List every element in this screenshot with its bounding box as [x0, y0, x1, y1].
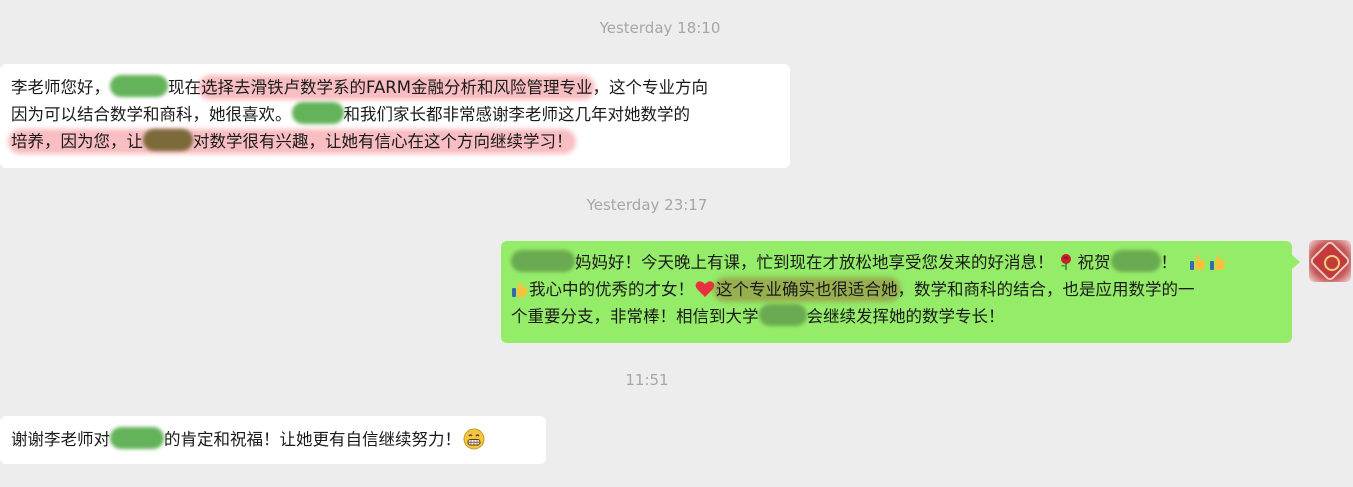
- message-text: 的肯定和祝福！让她更有自信继续努力！: [164, 430, 461, 449]
- message-text: 我心中的优秀的才女！: [529, 280, 694, 299]
- rose-icon: [1060, 254, 1071, 270]
- timestamp: Yesterday 18:10: [599, 19, 721, 37]
- redacted-name: [110, 75, 168, 97]
- highlighted-text: 选择去滑铁卢数学系的FARM金融分析和风险管理专业: [201, 78, 593, 97]
- message-text: 对数学很有兴趣，让她有信心在这个方向继续学习！: [193, 132, 573, 151]
- timestamp: Yesterday 23:17: [586, 196, 708, 214]
- message-line: 我心中的优秀的才女！ 这个专业确实也很适合她，数学和商科的结合，也是应用数学的一: [511, 276, 1292, 303]
- message-text: 会继续发挥她的数学专长！: [806, 307, 1005, 326]
- message-line: 个重要分支，非常棒！相信到大学 会继续发挥她的数学专长！: [511, 303, 1292, 330]
- message-text: 现在: [168, 78, 201, 97]
- message-line: 妈妈好！今天晚上有课，忙到现在才放松地享受您发来的好消息！ 祝贺 ！: [511, 249, 1292, 276]
- outgoing-message-bubble[interactable]: 妈妈好！今天晚上有课，忙到现在才放松地享受您发来的好消息！ 祝贺 ！ 我心中的优秀的…: [501, 241, 1300, 343]
- incoming-message-bubble[interactable]: 谢谢李老师对 的肯定和祝福！让她更有自信继续努力！: [0, 416, 546, 464]
- redacted-name: [143, 129, 193, 151]
- timestamp: 11:51: [625, 371, 669, 389]
- message-text: ，数学和商科的结合，也是应用数学的一: [897, 280, 1195, 299]
- message-text: ！: [1160, 253, 1178, 272]
- redacted-name: [758, 304, 807, 326]
- message-text: 个重要分支，非常棒！相信到大学: [511, 307, 759, 326]
- message-text: 李老师您好，: [11, 78, 110, 97]
- thumbs-up-icon: [512, 281, 528, 297]
- message-line: 因为可以结合数学和商科，她很喜欢。 和我们家长都非常感谢李老师这几年对她数学的: [11, 101, 790, 128]
- incoming-message-bubble[interactable]: 李老师您好， 现在选择去滑铁卢数学系的FARM金融分析和风险管理专业，这个专业方向…: [0, 64, 790, 168]
- message-text: 培养，: [11, 132, 61, 151]
- message-text: ，这个专业方向: [592, 78, 708, 97]
- contact-avatar[interactable]: [1309, 240, 1351, 282]
- message-text: 和我们家长都非常感谢李老师这几年对她数学的: [343, 105, 691, 124]
- thumbs-up-icon: [1210, 254, 1226, 270]
- message-line: 谢谢李老师对 的肯定和祝福！让她更有自信继续努力！: [11, 426, 546, 453]
- red-heart-icon: [695, 281, 715, 297]
- message-text: 谢谢李老师对: [11, 430, 110, 449]
- message-text: 因为您，让: [60, 132, 144, 151]
- highlighted-text: 这个专业确实也很适合她: [716, 280, 898, 299]
- thumbs-up-icon: [1190, 254, 1206, 270]
- message-text: 因为可以结合数学和商科，她很喜欢。: [11, 105, 292, 124]
- redacted-name: [291, 102, 344, 124]
- message-text: 妈妈好！今天晚上有课，忙到现在才放松地享受您发来的好消息！: [575, 253, 1054, 272]
- grinning-face-icon: [463, 428, 485, 450]
- message-text: 祝贺: [1077, 253, 1111, 272]
- highlighted-text: 培养，因为您，让 对数学很有兴趣，让她有信心在这个方向继续学习！: [11, 129, 573, 151]
- message-line: 培养，因为您，让 对数学很有兴趣，让她有信心在这个方向继续学习！: [11, 128, 790, 155]
- redacted-name: [1110, 250, 1161, 272]
- redacted-name: [511, 250, 575, 272]
- message-line: 李老师您好， 现在选择去滑铁卢数学系的FARM金融分析和风险管理专业，这个专业方向: [11, 74, 790, 101]
- redacted-name: [110, 427, 164, 449]
